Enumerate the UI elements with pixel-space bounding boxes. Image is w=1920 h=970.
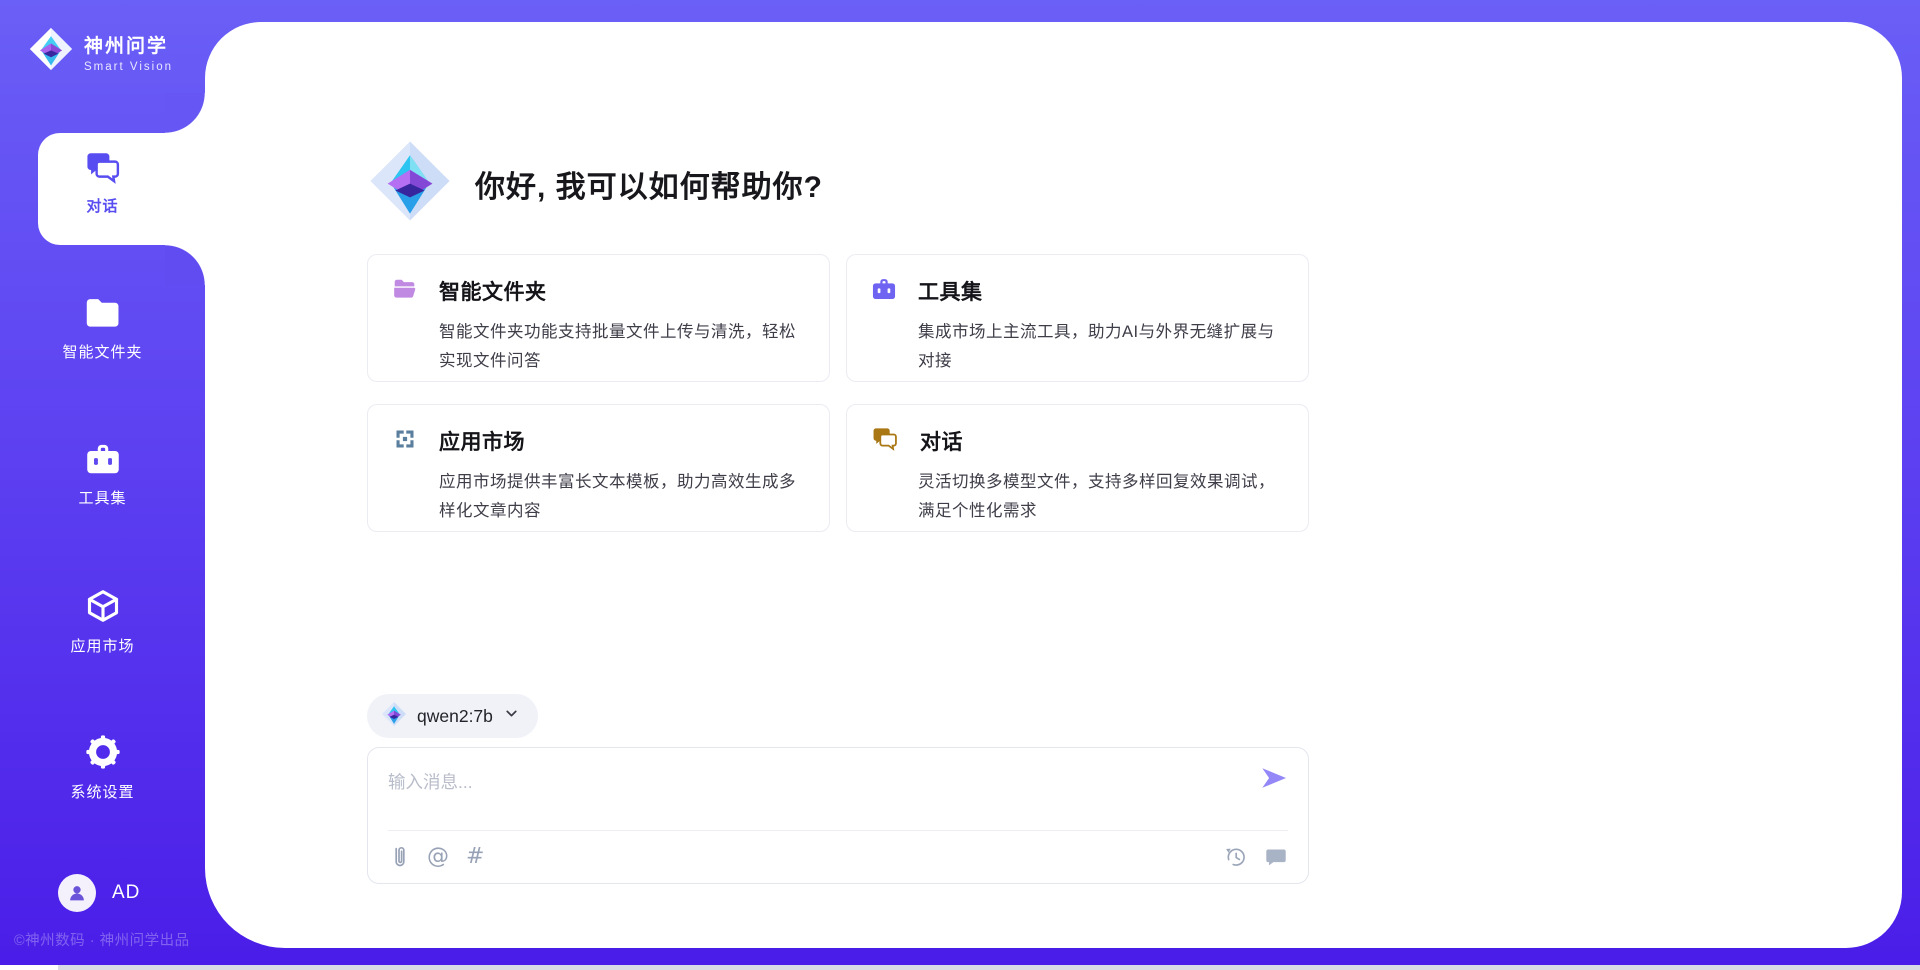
card-toolset[interactable]: 工具集 集成市场上主流工具，助力AI与外界无缝扩展与对接 bbox=[846, 254, 1309, 382]
sidebar-item-label: 对话 bbox=[86, 195, 118, 216]
brand-diamond-logo-icon bbox=[28, 26, 74, 77]
paperclip-icon[interactable] bbox=[390, 844, 410, 870]
feature-cards: 智能文件夹 智能文件夹功能支持批量文件上传与清洗，轻松实现文件问答 工具集 集成… bbox=[367, 254, 1309, 532]
card-chat[interactable]: 对话 灵活切换多模型文件，支持多样回复效果调试，满足个性化需求 bbox=[846, 404, 1309, 532]
main-content: 你好, 我可以如何帮助你? 智能文件夹 智能文件夹功能支持批量文件上传与清洗，轻… bbox=[367, 0, 1309, 970]
chat-bubbles-icon bbox=[871, 426, 899, 456]
sidebar-item-label: 应用市场 bbox=[70, 635, 134, 656]
gear-icon bbox=[84, 734, 122, 770]
chat-bubbles-icon bbox=[84, 150, 122, 184]
model-logo-icon bbox=[381, 701, 407, 732]
briefcase-icon bbox=[871, 277, 897, 306]
card-app-market[interactable]: 应用市场 应用市场提供丰富长文本模板，助力高效生成多样化文章内容 bbox=[367, 404, 830, 532]
card-title: 对话 bbox=[920, 426, 963, 456]
cube-icon bbox=[84, 588, 122, 624]
message-composer: @ # bbox=[367, 747, 1309, 884]
card-description: 智能文件夹功能支持批量文件上传与清洗，轻松实现文件问答 bbox=[439, 318, 805, 376]
sidebar-footer: ©神州数码 · 神州问学出品 bbox=[14, 929, 204, 950]
chat-square-icon[interactable] bbox=[1264, 845, 1288, 869]
sidebar-item-settings[interactable]: 系统设置 bbox=[0, 734, 205, 802]
user-avatar-icon bbox=[66, 882, 88, 904]
card-title: 应用市场 bbox=[439, 426, 525, 456]
sidebar-item-toolset[interactable]: 工具集 bbox=[0, 442, 205, 508]
tab-scoop-top bbox=[165, 93, 205, 133]
card-description: 应用市场提供丰富长文本模板，助力高效生成多样化文章内容 bbox=[439, 468, 805, 526]
window-bottom-edge bbox=[0, 965, 1920, 970]
app-name: 神州问学 bbox=[84, 31, 173, 58]
greeting-title: 你好, 我可以如何帮助你? bbox=[475, 162, 823, 206]
card-description: 灵活切换多模型文件，支持多样回复效果调试，满足个性化需求 bbox=[918, 468, 1284, 526]
briefcase-icon bbox=[84, 442, 122, 476]
tab-scoop-bottom bbox=[165, 245, 205, 285]
sidebar-item-chat[interactable]: 对话 bbox=[0, 150, 205, 216]
user-profile[interactable]: AD bbox=[58, 874, 140, 912]
sidebar-item-label: 系统设置 bbox=[70, 781, 134, 802]
folder-open-icon bbox=[392, 277, 418, 306]
message-input[interactable] bbox=[388, 762, 1208, 802]
card-title: 工具集 bbox=[918, 276, 983, 306]
mention-icon[interactable]: @ bbox=[427, 846, 449, 868]
model-name: qwen2:7b bbox=[417, 706, 493, 727]
chevron-down-icon bbox=[503, 705, 520, 727]
history-icon[interactable] bbox=[1224, 845, 1248, 869]
app-tagline: Smart Vision bbox=[84, 61, 173, 73]
send-icon[interactable] bbox=[1260, 764, 1288, 792]
user-name: AD bbox=[112, 882, 140, 904]
sidebar-item-label: 智能文件夹 bbox=[62, 341, 142, 362]
greeting: 你好, 我可以如何帮助你? bbox=[367, 138, 823, 229]
sidebar: 神州问学 Smart Vision 对话 智能文件夹 bbox=[0, 0, 205, 970]
sidebar-item-smart-folder[interactable]: 智能文件夹 bbox=[0, 296, 205, 362]
avatar bbox=[58, 874, 96, 912]
folder-icon bbox=[84, 296, 122, 330]
card-smart-folder[interactable]: 智能文件夹 智能文件夹功能支持批量文件上传与清洗，轻松实现文件问答 bbox=[367, 254, 830, 382]
card-description: 集成市场上主流工具，助力AI与外界无缝扩展与对接 bbox=[918, 318, 1284, 376]
sidebar-item-label: 工具集 bbox=[78, 487, 126, 508]
sidebar-item-app-market[interactable]: 应用市场 bbox=[0, 588, 205, 656]
window-bottom-edge-left bbox=[0, 965, 58, 970]
card-title: 智能文件夹 bbox=[439, 276, 547, 306]
greeting-diamond-logo-icon bbox=[367, 138, 453, 229]
hash-icon[interactable]: # bbox=[466, 846, 484, 868]
model-selector[interactable]: qwen2:7b bbox=[367, 694, 538, 738]
app-grid-icon bbox=[392, 427, 418, 456]
app-brand: 神州问学 Smart Vision bbox=[28, 26, 173, 77]
